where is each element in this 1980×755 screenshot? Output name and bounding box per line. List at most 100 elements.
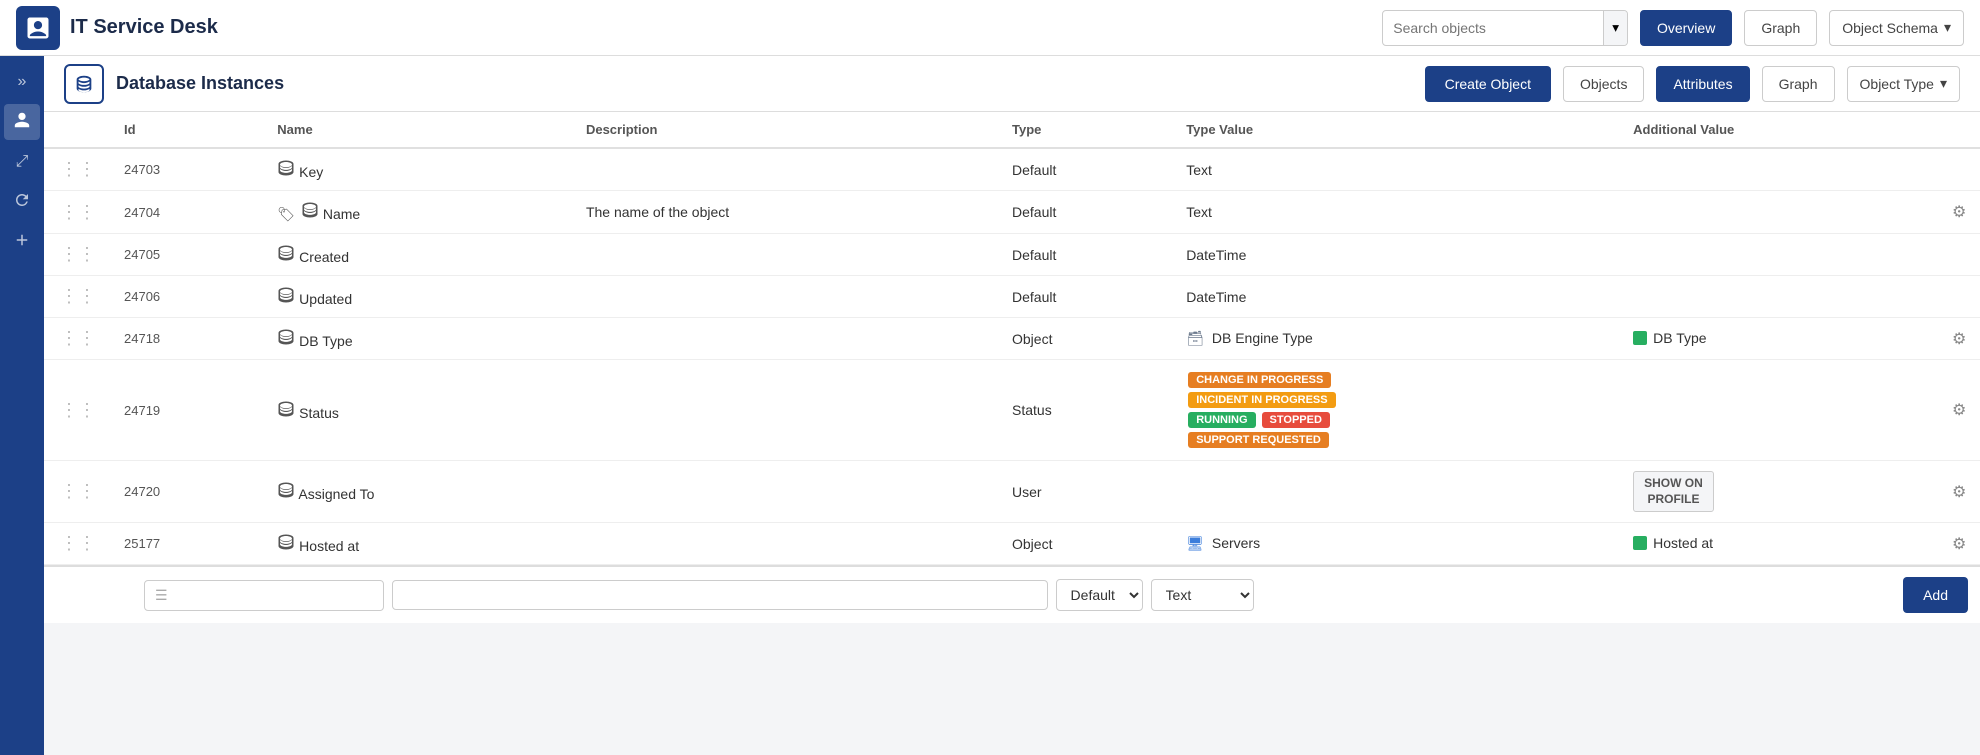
- row-type-value: DateTime: [1174, 234, 1621, 276]
- overview-button[interactable]: Overview: [1640, 10, 1732, 46]
- additional-value-box: Hosted at: [1633, 535, 1713, 551]
- gear-button[interactable]: ⚙: [1952, 329, 1966, 349]
- graph-button[interactable]: Graph: [1744, 10, 1817, 46]
- row-type-value: 🖥 Servers: [1174, 523, 1621, 565]
- row-name: Created: [299, 249, 349, 265]
- row-name: Key: [299, 164, 323, 180]
- search-dropdown-button[interactable]: ▾: [1603, 11, 1627, 45]
- gear-button[interactable]: ⚙: [1952, 202, 1966, 222]
- sidebar-add[interactable]: [4, 224, 40, 260]
- status-badge: STOPPED: [1262, 412, 1330, 428]
- tab-object-type[interactable]: Object Type ▾: [1847, 66, 1960, 102]
- object-type-label: Object Type: [1860, 76, 1934, 92]
- row-name: Assigned To: [298, 486, 374, 502]
- drag-handle-cell: ⋮⋮: [44, 318, 112, 360]
- drag-handle-icon[interactable]: ⋮⋮: [56, 533, 100, 553]
- attribute-icon: [277, 400, 295, 418]
- chevron-down-icon: ▾: [1612, 20, 1619, 36]
- row-type-value: CHANGE IN PROGRESS INCIDENT IN PROGRESS …: [1174, 360, 1621, 461]
- row-description: [574, 148, 1000, 191]
- row-type: Default: [1000, 191, 1174, 234]
- row-additional-value: [1621, 360, 1940, 461]
- row-name: DB Type: [299, 333, 352, 349]
- expand-icon: ⤢: [16, 153, 29, 171]
- attribute-icon: [277, 286, 295, 304]
- row-additional-value: DB Type: [1621, 318, 1940, 360]
- row-description: [574, 234, 1000, 276]
- object-schema-button[interactable]: Object Schema ▾: [1829, 10, 1964, 46]
- row-id: 24706: [112, 276, 265, 318]
- table-row: ⋮⋮ 24720 Assigned To User SHOW ONPRO: [44, 461, 1980, 523]
- row-gear-cell: ⚙: [1940, 318, 1980, 360]
- sidebar-expand[interactable]: ⤢: [4, 144, 40, 180]
- add-row-name-input[interactable]: [392, 580, 1048, 610]
- drag-handle-icon[interactable]: ⋮⋮: [56, 400, 100, 420]
- add-row-icon-input[interactable]: ☰: [144, 580, 384, 611]
- drag-handle-icon[interactable]: ⋮⋮: [56, 328, 100, 348]
- additional-value-text: DB Type: [1653, 330, 1706, 346]
- row-gear-cell: [1940, 276, 1980, 318]
- tab-graph[interactable]: Graph: [1762, 66, 1835, 102]
- database-instances-icon: [73, 73, 95, 95]
- user-icon: [13, 111, 31, 134]
- row-type: Default: [1000, 276, 1174, 318]
- object-schema-label: Object Schema: [1842, 20, 1938, 36]
- object-type-icon: 🗃: [1186, 330, 1204, 346]
- add-attribute-row: ☰ Default Object User Status Text DateTi…: [44, 565, 1980, 623]
- search-wrapper: ▾: [1382, 10, 1628, 46]
- sidebar: » ⤢: [0, 56, 44, 755]
- col-type-value: Type Value: [1174, 112, 1621, 148]
- drag-handle-cell: ⋮⋮: [44, 148, 112, 191]
- col-name: Name: [265, 112, 574, 148]
- col-description: Description: [574, 112, 1000, 148]
- create-object-button[interactable]: Create Object: [1425, 66, 1551, 102]
- drag-handle-icon[interactable]: ⋮⋮: [56, 481, 100, 501]
- row-id: 24719: [112, 360, 265, 461]
- object-header: Database Instances Create Object Objects…: [44, 56, 1980, 112]
- gear-button[interactable]: ⚙: [1952, 534, 1966, 554]
- row-type: Default: [1000, 148, 1174, 191]
- add-row-typevalue-select[interactable]: Text DateTime Object User: [1151, 579, 1254, 611]
- object-title: Database Instances: [116, 73, 1413, 94]
- row-type: Status: [1000, 360, 1174, 461]
- row-id: 25177: [112, 523, 265, 565]
- sidebar-collapse[interactable]: »: [4, 64, 40, 100]
- row-type: Default: [1000, 234, 1174, 276]
- row-additional-value: [1621, 234, 1940, 276]
- server-icon: 🖥: [1186, 535, 1204, 551]
- app-title: IT Service Desk: [70, 16, 218, 39]
- row-name-cell: Assigned To: [265, 461, 574, 523]
- row-id: 24703: [112, 148, 265, 191]
- sidebar-refresh[interactable]: [4, 184, 40, 220]
- drag-handle-icon[interactable]: ⋮⋮: [56, 159, 100, 179]
- tab-attributes[interactable]: Attributes: [1656, 66, 1749, 102]
- table-row: ⋮⋮ 24706 Updated Default DateTime: [44, 276, 1980, 318]
- table-row: ⋮⋮ 25177 Hosted at Object 🖥 Server: [44, 523, 1980, 565]
- tab-objects[interactable]: Objects: [1563, 66, 1644, 102]
- table-row: ⋮⋮ 24703 Key Default Text: [44, 148, 1980, 191]
- row-description: [574, 276, 1000, 318]
- sidebar-user[interactable]: [4, 104, 40, 140]
- row-description: The name of the object: [574, 191, 1000, 234]
- drag-handle-icon[interactable]: ⋮⋮: [56, 244, 100, 264]
- drag-handle-icon[interactable]: ⋮⋮: [56, 286, 100, 306]
- row-name-cell: Hosted at: [265, 523, 574, 565]
- table-row: ⋮⋮ 24718 DB Type Object 🗃 DB Engin: [44, 318, 1980, 360]
- row-description: [574, 318, 1000, 360]
- row-gear-cell: ⚙: [1940, 523, 1980, 565]
- app-logo: [16, 6, 60, 50]
- table-header-row: Id Name Description Type Type Value Addi…: [44, 112, 1980, 148]
- gear-button[interactable]: ⚙: [1952, 482, 1966, 502]
- status-badge: INCIDENT IN PROGRESS: [1188, 392, 1335, 408]
- add-button[interactable]: Add: [1903, 577, 1968, 613]
- row-name: Hosted at: [299, 538, 359, 554]
- search-input[interactable]: [1383, 20, 1603, 36]
- drag-handle-icon[interactable]: ⋮⋮: [56, 202, 100, 222]
- collapse-icon: »: [18, 73, 27, 91]
- gear-button[interactable]: ⚙: [1952, 400, 1966, 420]
- add-row-type-select[interactable]: Default Object User Status: [1056, 579, 1143, 611]
- col-additional-value: Additional Value: [1621, 112, 1940, 148]
- show-on-profile-button[interactable]: SHOW ONPROFILE: [1633, 471, 1714, 512]
- row-additional-value: [1621, 191, 1940, 234]
- refresh-icon: [13, 191, 31, 214]
